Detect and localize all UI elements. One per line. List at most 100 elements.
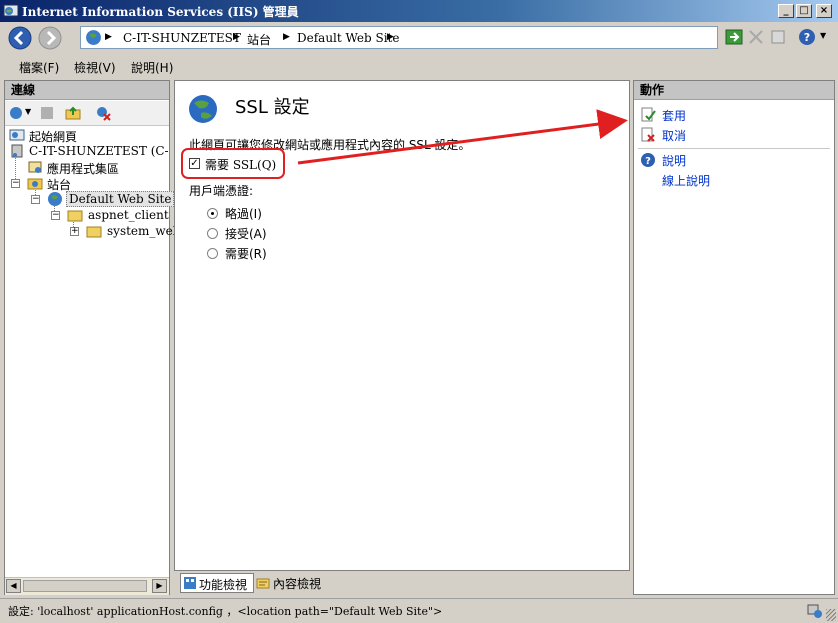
tab-label: 功能檢視 xyxy=(199,578,248,592)
expand-toggle[interactable]: + xyxy=(70,227,79,236)
address-segment-sites[interactable]: 站台 xyxy=(247,31,271,48)
chevron-right-icon: ▶ xyxy=(105,32,112,42)
radio-accept[interactable]: 接受(A) xyxy=(207,225,307,241)
folder-icon xyxy=(86,226,102,238)
folder-icon xyxy=(67,210,83,222)
title-bar[interactable]: Internet Information Services (IIS) 管理員 … xyxy=(0,0,838,22)
tab-label: 內容檢視 xyxy=(273,577,322,591)
sites-folder-icon xyxy=(27,178,43,190)
content-view-icon xyxy=(256,578,270,589)
back-button[interactable] xyxy=(8,26,32,50)
chevron-right-icon: ▶ xyxy=(387,32,394,42)
tree-item-label: system_web xyxy=(107,224,181,238)
menu-view[interactable]: 檢視(V) xyxy=(74,59,116,76)
forward-button[interactable] xyxy=(38,26,62,50)
address-box[interactable]: ▶ C-IT-SHUNZETEST ▶ 站台 ▶ Default Web Sit… xyxy=(80,26,718,49)
window-title: Internet Information Services (IIS) 管理員 xyxy=(22,5,299,19)
ssl-globe-icon xyxy=(189,95,217,123)
tree-item-label: aspnet_client xyxy=(88,208,169,222)
action-cancel[interactable]: 取消 xyxy=(640,126,820,144)
tree-item-default-web-site[interactable]: − Default Web Site xyxy=(31,191,175,207)
radio-label: 略過(I) xyxy=(225,207,262,221)
tree-item-label: C-IT-SHUNZETEST (C-I… xyxy=(29,144,169,158)
start-page-icon xyxy=(9,129,25,141)
svg-text:?: ? xyxy=(804,31,810,44)
radio-unselected-icon[interactable] xyxy=(207,228,218,239)
minimize-button[interactable]: _ xyxy=(778,4,794,18)
network-status-icon xyxy=(807,604,822,618)
actions-title: 動作 xyxy=(634,81,834,100)
features-view-icon xyxy=(184,577,196,589)
radio-require[interactable]: 需要(R) xyxy=(207,245,307,261)
scroll-thumb[interactable] xyxy=(23,580,147,592)
tree-item-start-page[interactable]: 起始網頁 xyxy=(9,127,169,144)
save-icon[interactable] xyxy=(39,105,55,121)
disconnect-icon[interactable] xyxy=(95,105,111,121)
scroll-left-button[interactable]: ◀ xyxy=(6,579,21,593)
menu-help[interactable]: 說明(H) xyxy=(131,59,173,76)
maximize-button[interactable]: □ xyxy=(796,4,812,18)
horizontal-scrollbar[interactable]: ◀ ▶ xyxy=(5,577,169,595)
action-label: 說明 xyxy=(662,154,687,168)
up-folder-icon[interactable] xyxy=(65,105,81,121)
tree-item-label: Default Web Site xyxy=(66,191,175,207)
chevron-down-icon[interactable]: ▼ xyxy=(25,107,31,116)
divider xyxy=(638,148,830,149)
client-cert-label: 用戶端憑證: xyxy=(189,184,254,198)
tree-item-sites[interactable]: − 站台 xyxy=(11,175,151,192)
help-icon: ? xyxy=(641,153,655,167)
home-icon[interactable] xyxy=(768,27,788,47)
action-help[interactable]: ? 說明 xyxy=(640,151,820,169)
collapse-toggle[interactable]: − xyxy=(31,195,40,204)
radio-selected-icon[interactable] xyxy=(207,208,218,219)
connections-panel: 連線 ▼ 起始網頁 C-IT-SHUNZETEST (C-I… 應用程式集區 −… xyxy=(4,80,180,595)
status-bar: 設定: 'localhost' applicationHost.config ，… xyxy=(0,598,838,623)
menu-file[interactable]: 檔案(F) xyxy=(19,59,59,76)
actions-panel: 動作 套用 取消 ? 說明 線上說明 xyxy=(633,80,835,595)
server-icon xyxy=(11,144,23,158)
radio-label: 需要(R) xyxy=(225,247,267,261)
action-label: 線上說明 xyxy=(662,174,711,188)
address-segment-site[interactable]: Default Web Site xyxy=(297,31,399,45)
connect-icon[interactable] xyxy=(8,105,24,121)
collapse-toggle[interactable]: − xyxy=(11,179,20,188)
tree-item-server[interactable]: C-IT-SHUNZETEST (C-I… xyxy=(9,143,169,159)
status-text: 設定: 'localhost' applicationHost.config ，… xyxy=(8,605,443,618)
collapse-toggle[interactable]: − xyxy=(51,211,60,220)
resize-grip[interactable] xyxy=(826,609,836,621)
tab-features-view[interactable]: 功能檢視 xyxy=(180,573,254,593)
tree-item-app-pools[interactable]: 應用程式集區 xyxy=(27,159,167,176)
apply-icon xyxy=(641,107,656,122)
page-title: SSL 設定 xyxy=(235,97,310,118)
help-dropdown-icon[interactable]: ? xyxy=(798,27,818,47)
chevron-right-icon: ▶ xyxy=(283,32,290,42)
chevron-right-icon: ▶ xyxy=(233,32,240,42)
radio-ignore[interactable]: 略過(I) xyxy=(207,205,307,221)
radio-unselected-icon[interactable] xyxy=(207,248,218,259)
connections-toolbar: ▼ xyxy=(5,101,169,126)
address-segment-server[interactable]: C-IT-SHUNZETEST xyxy=(123,31,241,45)
chevron-down-icon[interactable]: ▼ xyxy=(820,31,826,40)
action-online-help[interactable]: 線上說明 xyxy=(640,171,820,189)
scroll-right-button[interactable]: ▶ xyxy=(152,579,167,593)
connections-title: 連線 xyxy=(5,81,169,100)
tree-item-aspnet-client[interactable]: − aspnet_client xyxy=(51,207,169,223)
close-button[interactable]: × xyxy=(816,4,832,18)
website-globe-icon xyxy=(48,192,62,206)
refresh-icon[interactable] xyxy=(724,27,744,47)
globe-icon xyxy=(86,30,101,45)
navigation-bar: ▶ C-IT-SHUNZETEST ▶ 站台 ▶ Default Web Sit… xyxy=(0,22,838,54)
action-apply[interactable]: 套用 xyxy=(640,106,820,124)
cancel-icon xyxy=(641,127,655,142)
tree-item-system-web[interactable]: + system_web xyxy=(70,223,180,239)
app-pool-icon xyxy=(28,161,42,173)
radio-label: 接受(A) xyxy=(225,227,267,241)
iis-app-icon xyxy=(3,4,19,17)
action-label: 取消 xyxy=(662,129,687,143)
stop-icon[interactable] xyxy=(746,27,766,47)
tab-content-view[interactable]: 內容檢視 xyxy=(255,573,327,593)
menu-bar: 檔案(F) 檢視(V) 說明(H) xyxy=(0,56,838,76)
svg-text:?: ? xyxy=(645,156,651,167)
highlight-callout xyxy=(181,148,285,179)
action-label: 套用 xyxy=(662,109,687,123)
